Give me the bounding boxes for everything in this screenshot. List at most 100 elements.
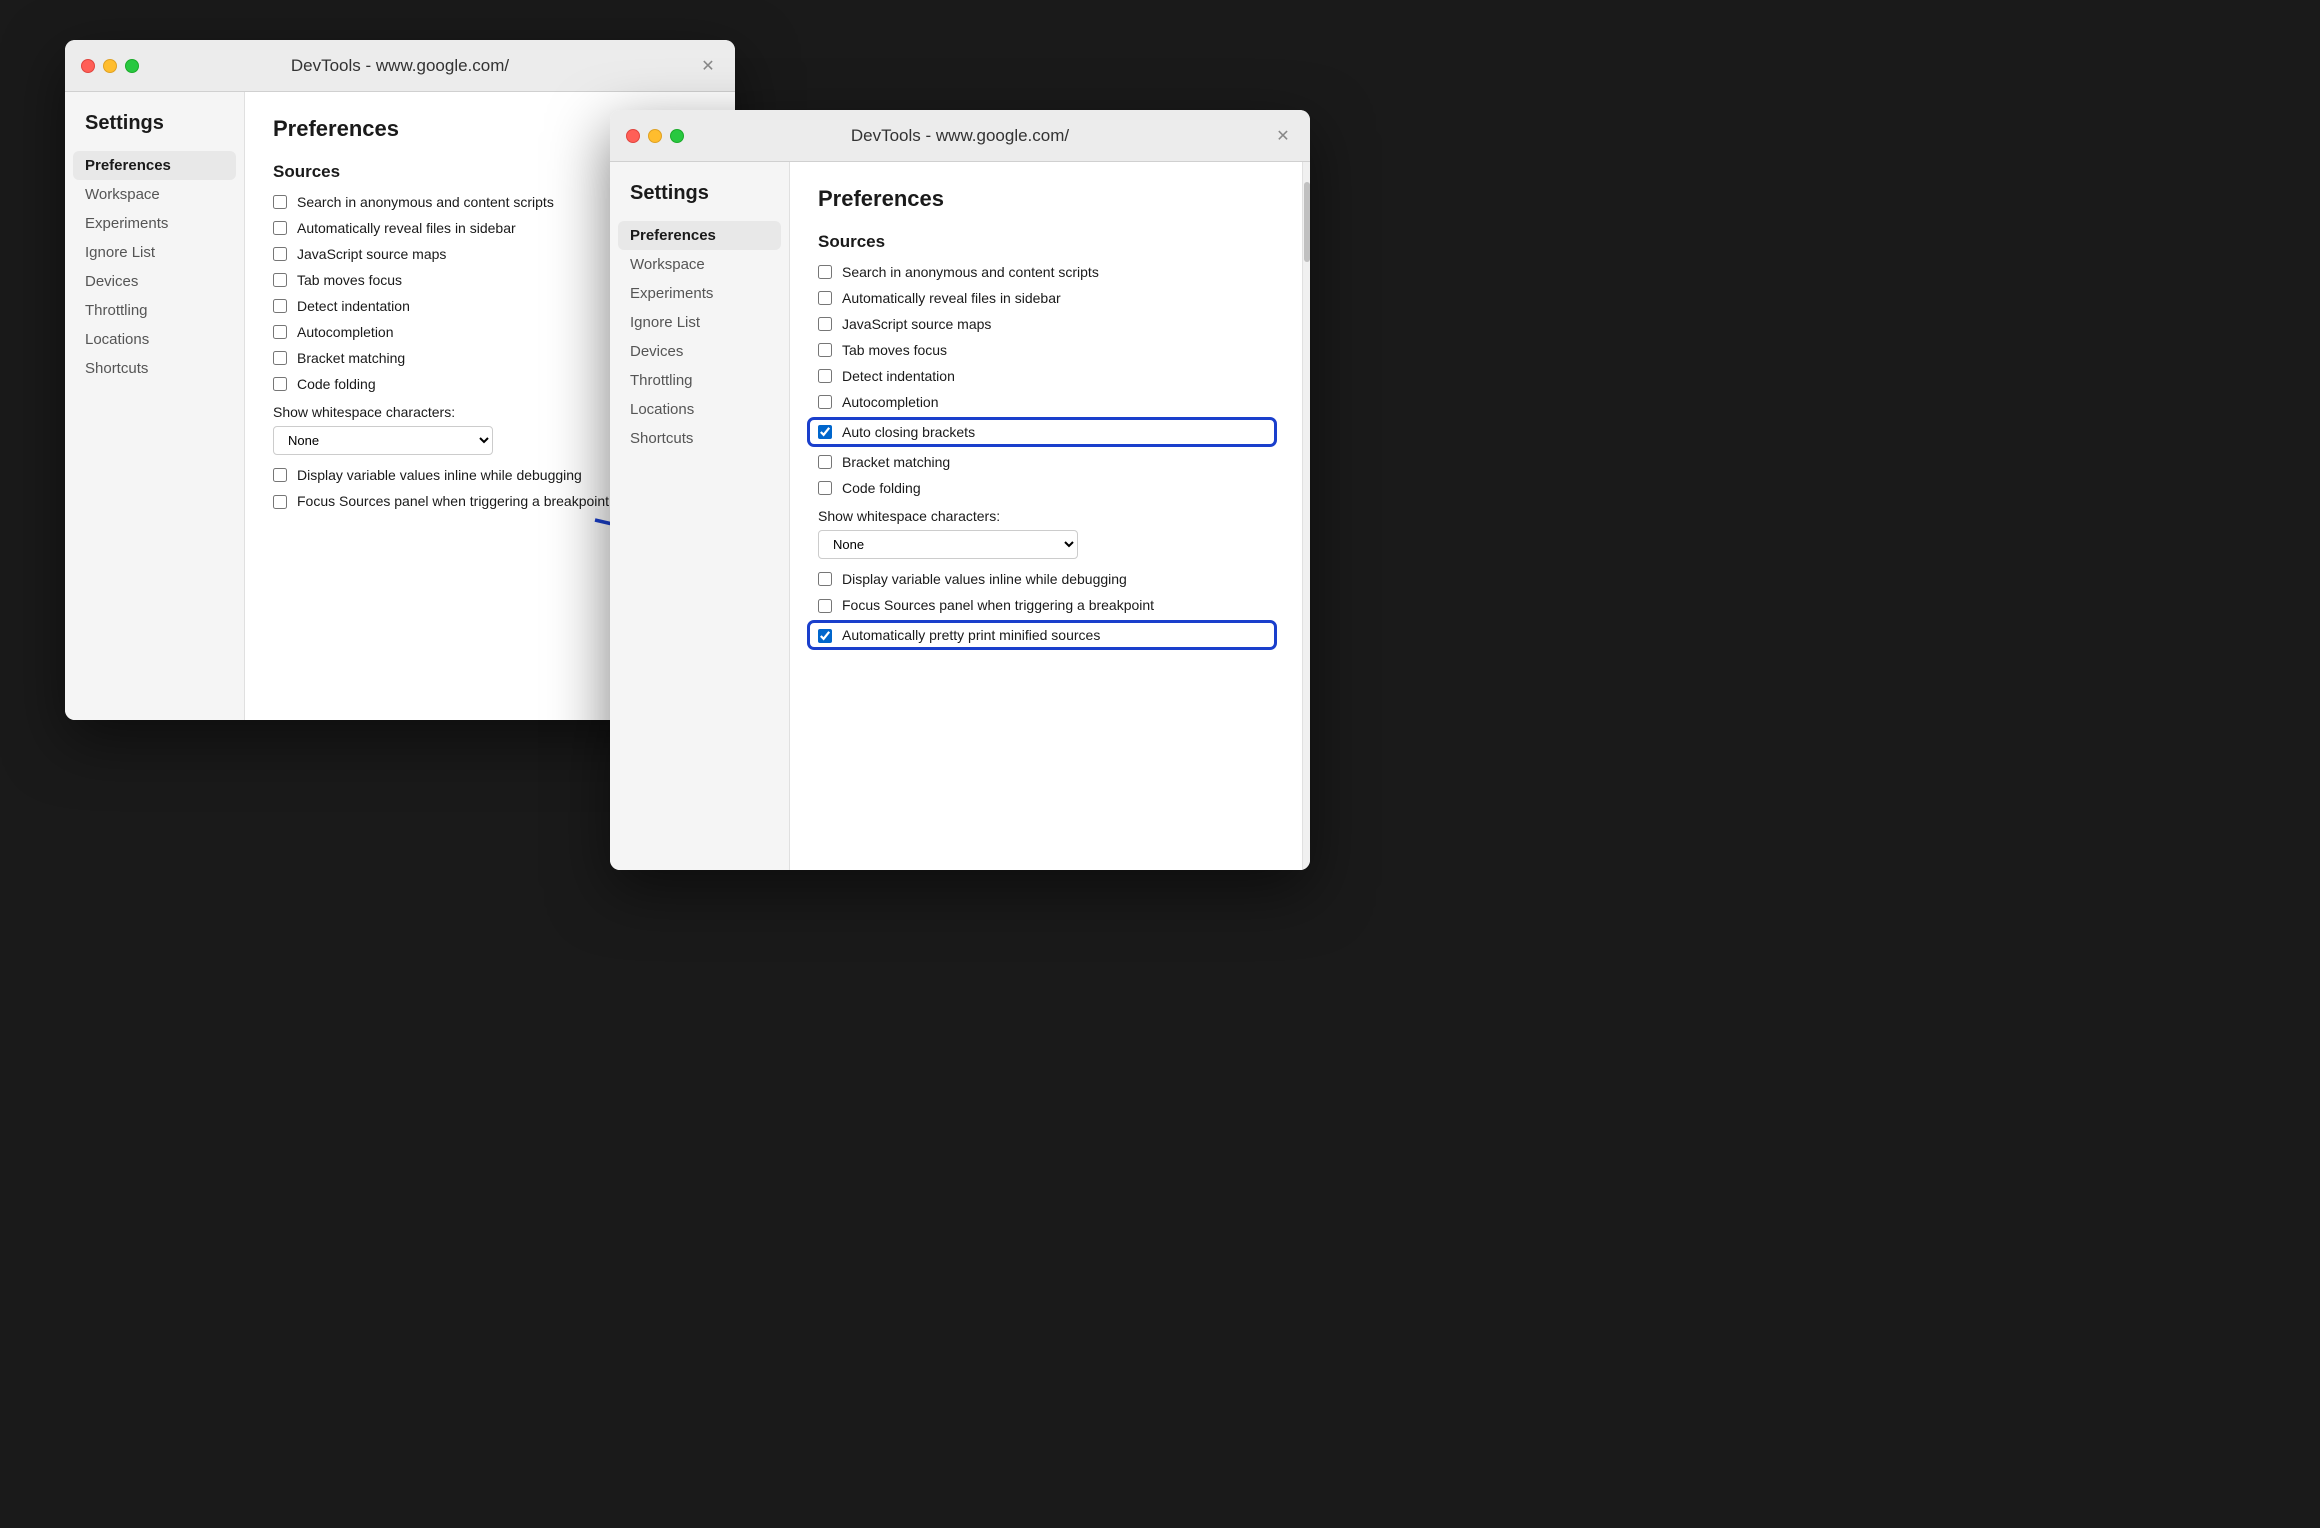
cb-autocompletion-label-2: Autocompletion	[842, 394, 939, 410]
cb-bracket-matching-label-2: Bracket matching	[842, 454, 950, 470]
cb-pretty-print-input-2[interactable]	[818, 629, 832, 643]
cb-display-vars-label-1: Display variable values inline while deb…	[297, 467, 582, 483]
cb-code-folding-input-1[interactable]	[273, 377, 287, 391]
window-body-2: Settings Preferences Workspace Experimen…	[610, 162, 1310, 870]
cb-code-folding-label-1: Code folding	[297, 376, 376, 392]
sources-section-2: Sources	[818, 232, 1274, 252]
cb-code-folding-input-2[interactable]	[818, 481, 832, 495]
cb-pretty-print-2[interactable]: Automatically pretty print minified sour…	[810, 623, 1274, 647]
cb-autocompletion-label-1: Autocompletion	[297, 324, 394, 340]
minimize-button-1[interactable]	[103, 59, 117, 73]
cb-display-vars-label-2: Display variable values inline while deb…	[842, 571, 1127, 587]
sidebar-title-2: Settings	[610, 182, 789, 221]
traffic-lights-1	[81, 59, 139, 73]
cb-detect-indent-input-2[interactable]	[818, 369, 832, 383]
cb-detect-indent-input-1[interactable]	[273, 299, 287, 313]
maximize-button-2[interactable]	[670, 129, 684, 143]
close-button-1[interactable]	[81, 59, 95, 73]
sidebar-2: Settings Preferences Workspace Experimen…	[610, 162, 790, 870]
sidebar-item-preferences-2[interactable]: Preferences	[618, 221, 781, 250]
whitespace-label-2: Show whitespace characters:	[818, 508, 1274, 524]
cb-bracket-matching-input-1[interactable]	[273, 351, 287, 365]
cb-focus-sources-label-1: Focus Sources panel when triggering a br…	[297, 493, 609, 509]
cb-display-vars-2[interactable]: Display variable values inline while deb…	[818, 571, 1274, 587]
cb-js-sourcemaps-input-2[interactable]	[818, 317, 832, 331]
scrollbar-thumb-2[interactable]	[1304, 182, 1310, 262]
titlebar-title-1: DevTools - www.google.com/	[291, 56, 509, 76]
cb-reveal-files-input-1[interactable]	[273, 221, 287, 235]
cb-tab-focus-input-2[interactable]	[818, 343, 832, 357]
cb-focus-sources-2[interactable]: Focus Sources panel when triggering a br…	[818, 597, 1274, 613]
cb-js-sourcemaps-input-1[interactable]	[273, 247, 287, 261]
window-close-btn-1[interactable]: ✕	[697, 55, 719, 77]
cb-anonymous-scripts-2[interactable]: Search in anonymous and content scripts	[818, 264, 1274, 280]
cb-autocompletion-input-2[interactable]	[818, 395, 832, 409]
cb-tab-focus-label-1: Tab moves focus	[297, 272, 402, 288]
cb-js-sourcemaps-label-2: JavaScript source maps	[842, 316, 991, 332]
titlebar-1: DevTools - www.google.com/ ✕	[65, 40, 735, 92]
cb-tab-focus-2[interactable]: Tab moves focus	[818, 342, 1274, 358]
content-title-2: Preferences	[818, 186, 1274, 212]
whitespace-dropdown-wrapper-2: None All Trailing	[818, 530, 1274, 559]
sidebar-item-throttling-1[interactable]: Throttling	[65, 296, 244, 325]
sidebar-item-preferences-1[interactable]: Preferences	[73, 151, 236, 180]
sidebar-item-experiments-2[interactable]: Experiments	[610, 279, 789, 308]
cb-code-folding-label-2: Code folding	[842, 480, 921, 496]
window-close-btn-2[interactable]: ✕	[1272, 125, 1294, 147]
cb-detect-indent-2[interactable]: Detect indentation	[818, 368, 1274, 384]
cb-auto-closing-brackets-input-2[interactable]	[818, 425, 832, 439]
window-2: DevTools - www.google.com/ ✕ Settings Pr…	[610, 110, 1310, 870]
cb-js-sourcemaps-2[interactable]: JavaScript source maps	[818, 316, 1274, 332]
cb-reveal-files-label-2: Automatically reveal files in sidebar	[842, 290, 1061, 306]
maximize-button-1[interactable]	[125, 59, 139, 73]
sidebar-item-throttling-2[interactable]: Throttling	[610, 366, 789, 395]
cb-autocompletion-input-1[interactable]	[273, 325, 287, 339]
whitespace-select-2[interactable]: None All Trailing	[818, 530, 1078, 559]
sidebar-item-locations-2[interactable]: Locations	[610, 395, 789, 424]
content-2: Preferences Sources Search in anonymous …	[790, 162, 1302, 870]
cb-bracket-matching-label-1: Bracket matching	[297, 350, 405, 366]
cb-detect-indent-label-2: Detect indentation	[842, 368, 955, 384]
sidebar-item-devices-2[interactable]: Devices	[610, 337, 789, 366]
minimize-button-2[interactable]	[648, 129, 662, 143]
sidebar-item-shortcuts-1[interactable]: Shortcuts	[65, 354, 244, 383]
whitespace-select-1[interactable]: None All Trailing	[273, 426, 493, 455]
cb-anonymous-scripts-input-1[interactable]	[273, 195, 287, 209]
sidebar-1: Settings Preferences Workspace Experimen…	[65, 92, 245, 720]
cb-focus-sources-input-1[interactable]	[273, 495, 287, 509]
cb-pretty-print-label-2: Automatically pretty print minified sour…	[842, 627, 1100, 643]
sidebar-item-workspace-1[interactable]: Workspace	[65, 180, 244, 209]
cb-anonymous-scripts-label-1: Search in anonymous and content scripts	[297, 194, 554, 210]
cb-js-sourcemaps-label-1: JavaScript source maps	[297, 246, 446, 262]
sidebar-item-experiments-1[interactable]: Experiments	[65, 209, 244, 238]
cb-auto-closing-brackets-label-2: Auto closing brackets	[842, 424, 975, 440]
sidebar-item-devices-1[interactable]: Devices	[65, 267, 244, 296]
cb-tab-focus-input-1[interactable]	[273, 273, 287, 287]
cb-display-vars-input-2[interactable]	[818, 572, 832, 586]
sidebar-item-ignorelist-1[interactable]: Ignore List	[65, 238, 244, 267]
cb-anonymous-scripts-input-2[interactable]	[818, 265, 832, 279]
cb-bracket-matching-2[interactable]: Bracket matching	[818, 454, 1274, 470]
titlebar-title-2: DevTools - www.google.com/	[851, 126, 1069, 146]
cb-reveal-files-label-1: Automatically reveal files in sidebar	[297, 220, 516, 236]
sidebar-item-workspace-2[interactable]: Workspace	[610, 250, 789, 279]
cb-code-folding-2[interactable]: Code folding	[818, 480, 1274, 496]
cb-anonymous-scripts-label-2: Search in anonymous and content scripts	[842, 264, 1099, 280]
cb-display-vars-input-1[interactable]	[273, 468, 287, 482]
scrollbar-2[interactable]	[1302, 162, 1310, 870]
traffic-lights-2	[626, 129, 684, 143]
cb-bracket-matching-input-2[interactable]	[818, 455, 832, 469]
sidebar-item-ignorelist-2[interactable]: Ignore List	[610, 308, 789, 337]
cb-detect-indent-label-1: Detect indentation	[297, 298, 410, 314]
cb-auto-closing-brackets-2[interactable]: Auto closing brackets	[810, 420, 1274, 444]
close-button-2[interactable]	[626, 129, 640, 143]
cb-reveal-files-2[interactable]: Automatically reveal files in sidebar	[818, 290, 1274, 306]
sidebar-title-1: Settings	[65, 112, 244, 151]
sidebar-item-locations-1[interactable]: Locations	[65, 325, 244, 354]
cb-reveal-files-input-2[interactable]	[818, 291, 832, 305]
sidebar-item-shortcuts-2[interactable]: Shortcuts	[610, 424, 789, 453]
titlebar-2: DevTools - www.google.com/ ✕	[610, 110, 1310, 162]
cb-autocompletion-2[interactable]: Autocompletion	[818, 394, 1274, 410]
cb-tab-focus-label-2: Tab moves focus	[842, 342, 947, 358]
cb-focus-sources-input-2[interactable]	[818, 599, 832, 613]
